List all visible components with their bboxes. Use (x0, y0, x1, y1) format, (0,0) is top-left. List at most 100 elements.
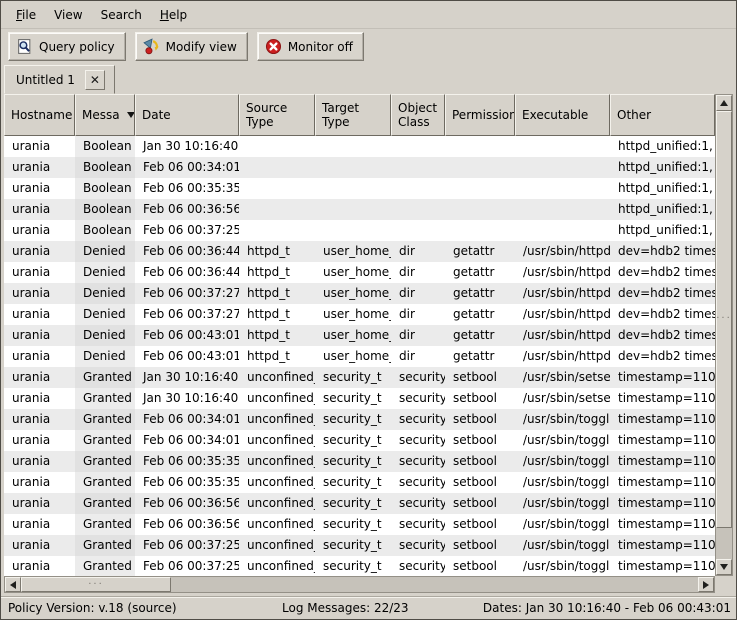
table-row[interactable]: uraniaBooleanFeb 06 00:34:01httpd_unifie… (4, 157, 715, 178)
modify-view-label: Modify view (166, 40, 237, 54)
table-row[interactable]: uraniaGrantedFeb 06 00:37:25unconfined_s… (4, 535, 715, 556)
menu-item-help[interactable]: Help (151, 5, 196, 25)
column-header-executable[interactable]: Executable (515, 94, 610, 136)
table-row[interactable]: uraniaDeniedFeb 06 00:36:44httpd_tuser_h… (4, 241, 715, 262)
cell-executable (515, 136, 610, 157)
vertical-scroll-track[interactable]: ··· (716, 111, 732, 559)
table-row[interactable]: uraniaGrantedFeb 06 00:35:35unconfined_s… (4, 472, 715, 493)
cell-target: security_t (315, 493, 391, 514)
cell-date: Feb 06 00:34:01 (135, 409, 239, 430)
cell-other: timestamp=11076 (610, 409, 715, 430)
cell-target: security_t (315, 556, 391, 576)
cell-message: Denied (75, 262, 135, 283)
cell-target: user_home_ (315, 346, 391, 367)
cell-other: dev=hdb2 timesta (610, 241, 715, 262)
cell-source: httpd_t (239, 304, 315, 325)
cell-date: Feb 06 00:37:25 (135, 220, 239, 241)
app-window: FileViewSearchHelp Query policy (0, 0, 737, 620)
scroll-up-button[interactable] (716, 95, 732, 111)
cell-hostname: urania (4, 514, 75, 535)
cell-source: httpd_t (239, 241, 315, 262)
cell-permission: getattr (445, 283, 515, 304)
table-row[interactable]: uraniaBooleanFeb 06 00:35:35httpd_unifie… (4, 178, 715, 199)
table-row[interactable]: uraniaGrantedJan 30 10:16:40unconfined_s… (4, 388, 715, 409)
cell-executable: /usr/sbin/httpd (515, 262, 610, 283)
table-row[interactable]: uraniaBooleanJan 30 10:16:40httpd_unifie… (4, 136, 715, 157)
table-row[interactable]: uraniaBooleanFeb 06 00:37:25httpd_unifie… (4, 220, 715, 241)
column-header-message[interactable]: Messa (75, 94, 135, 136)
table-row[interactable]: uraniaDeniedFeb 06 00:37:27httpd_tuser_h… (4, 304, 715, 325)
table-row[interactable]: uraniaBooleanFeb 06 00:36:56httpd_unifie… (4, 199, 715, 220)
horizontal-scroll-thumb[interactable]: ··· (21, 577, 171, 592)
table-row[interactable]: uraniaGrantedFeb 06 00:37:25unconfined_s… (4, 556, 715, 576)
menu-item-search[interactable]: Search (92, 5, 151, 25)
cell-date: Feb 06 00:35:35 (135, 451, 239, 472)
cell-message: Granted (75, 409, 135, 430)
table-row[interactable]: uraniaDeniedFeb 06 00:43:01httpd_tuser_h… (4, 325, 715, 346)
cell-permission (445, 157, 515, 178)
menu-item-view[interactable]: View (45, 5, 91, 25)
cell-hostname: urania (4, 556, 75, 576)
table-row[interactable]: uraniaDeniedFeb 06 00:37:27httpd_tuser_h… (4, 283, 715, 304)
cell-source: unconfined_ (239, 451, 315, 472)
cell-date: Feb 06 00:36:56 (135, 493, 239, 514)
cell-target (315, 199, 391, 220)
table-row[interactable]: uraniaGrantedFeb 06 00:36:56unconfined_s… (4, 493, 715, 514)
vertical-scrollbar[interactable]: ··· (715, 94, 733, 576)
table-row[interactable]: uraniaDeniedFeb 06 00:36:44httpd_tuser_h… (4, 262, 715, 283)
query-policy-button[interactable]: Query policy (8, 32, 126, 61)
cell-objclass: security (391, 514, 445, 535)
horizontal-scrollbar[interactable]: ··· (4, 576, 715, 593)
column-header-permission[interactable]: Permission (445, 94, 515, 136)
arrow-down-icon (720, 564, 728, 570)
cell-date: Feb 06 00:37:27 (135, 283, 239, 304)
cell-permission: getattr (445, 241, 515, 262)
cell-source: unconfined_ (239, 388, 315, 409)
cell-other: timestamp=11076 (610, 514, 715, 535)
table-row[interactable]: uraniaDeniedFeb 06 00:43:01httpd_tuser_h… (4, 346, 715, 367)
monitor-off-button[interactable]: Monitor off (257, 32, 364, 61)
sort-desc-icon (127, 112, 135, 118)
table-row[interactable]: uraniaGrantedFeb 06 00:34:01unconfined_s… (4, 430, 715, 451)
table-row[interactable]: uraniaGrantedFeb 06 00:36:56unconfined_s… (4, 514, 715, 535)
cell-target (315, 178, 391, 199)
table-row[interactable]: uraniaGrantedJan 30 10:16:40unconfined_s… (4, 367, 715, 388)
column-header-date[interactable]: Date (135, 94, 239, 136)
cell-source (239, 199, 315, 220)
scroll-left-button[interactable] (5, 577, 21, 592)
cell-permission: getattr (445, 346, 515, 367)
column-header-other[interactable]: Other (610, 94, 715, 136)
scroll-down-button[interactable] (716, 559, 732, 575)
cell-date: Feb 06 00:43:01 (135, 325, 239, 346)
tab-untitled-1[interactable]: Untitled 1 ✕ (4, 65, 115, 94)
table-row[interactable]: uraniaGrantedFeb 06 00:35:35unconfined_s… (4, 451, 715, 472)
table-row[interactable]: uraniaGrantedFeb 06 00:34:01unconfined_s… (4, 409, 715, 430)
cell-hostname: urania (4, 283, 75, 304)
horizontal-scroll-track[interactable]: ··· (21, 577, 698, 592)
cell-objclass: dir (391, 262, 445, 283)
cell-other: httpd_unified:1, h (610, 220, 715, 241)
column-header-hostname[interactable]: Hostname (4, 94, 75, 136)
cell-other: timestamp=11076 (610, 535, 715, 556)
column-header-target-type[interactable]: Target Type (315, 94, 391, 136)
menu-item-file[interactable]: File (7, 5, 45, 25)
thumb-grip-icon: ··· (88, 580, 104, 590)
cell-permission (445, 178, 515, 199)
column-header-source-type[interactable]: Source Type (239, 94, 315, 136)
cell-message: Granted (75, 472, 135, 493)
modify-view-button[interactable]: Modify view (135, 32, 248, 61)
cell-message: Boolean (75, 220, 135, 241)
scroll-right-button[interactable] (698, 577, 714, 592)
tab-close-button[interactable]: ✕ (85, 70, 105, 90)
cell-objclass: dir (391, 283, 445, 304)
cell-other: timestamp=11076 (610, 493, 715, 514)
cell-executable: /usr/sbin/httpd (515, 283, 610, 304)
cell-executable (515, 178, 610, 199)
cell-objclass: security (391, 388, 445, 409)
log-view-page: Hostname Messa Date Source Type Target T… (1, 94, 736, 596)
table-header: Hostname Messa Date Source Type Target T… (4, 94, 715, 136)
cell-hostname: urania (4, 430, 75, 451)
vertical-scroll-thumb[interactable]: ··· (716, 111, 732, 528)
column-header-object-class[interactable]: Object Class (391, 94, 445, 136)
thumb-grip-icon: ··· (716, 314, 732, 324)
